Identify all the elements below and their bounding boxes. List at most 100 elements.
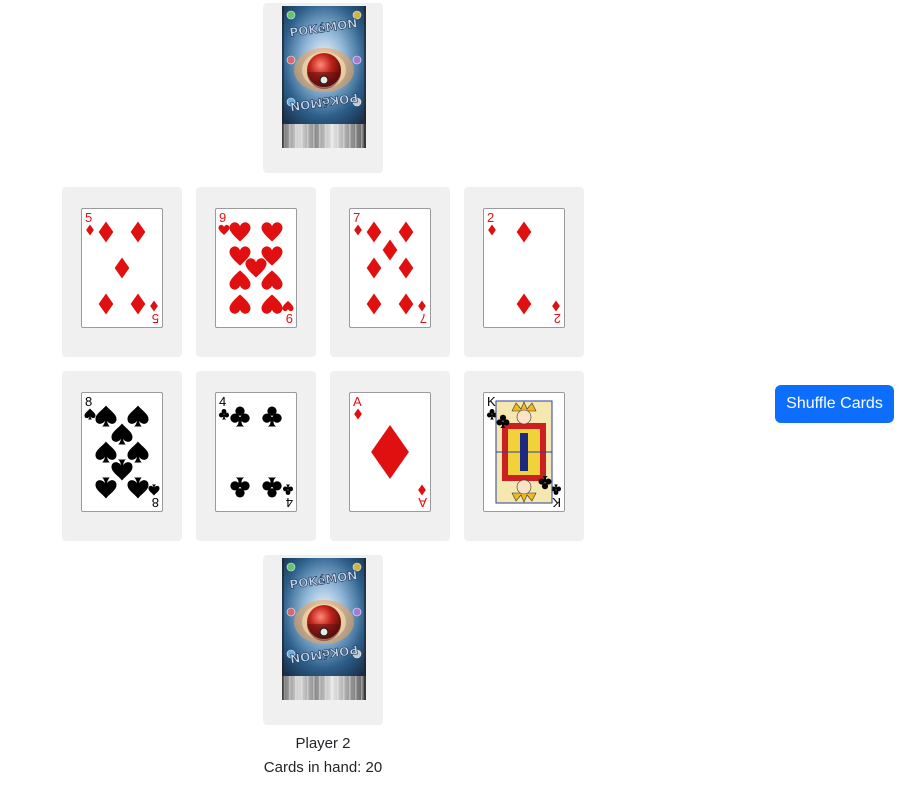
table-slot: 44: [196, 371, 316, 541]
club-pip: [262, 406, 282, 427]
diamond-card-face: 55: [85, 210, 159, 326]
diamond-pip: [354, 408, 362, 420]
spade-pip: [95, 477, 117, 499]
card-rank: 9: [286, 311, 293, 326]
diamond-card-face: 22: [487, 210, 561, 326]
club-pip: [230, 477, 250, 498]
diamond-pip: [516, 221, 532, 243]
table-slot: 22: [464, 187, 584, 357]
diamond-pip: [418, 300, 426, 312]
playing-card-9-hearts[interactable]: 99: [215, 208, 297, 328]
card-rank: 9: [219, 210, 226, 225]
diamond-pip: [150, 300, 158, 312]
playing-card-2-diamonds[interactable]: 22: [483, 208, 565, 328]
playing-card-K-clubs[interactable]: KK: [483, 392, 565, 512]
diamond-pip: [98, 293, 114, 315]
spade-pip: [148, 484, 160, 496]
card-rank: K: [552, 495, 561, 510]
diamond-pip: [488, 224, 496, 236]
diamond-pip: [98, 221, 114, 243]
spade-pip: [111, 459, 133, 481]
diamond-pip: [516, 293, 532, 315]
card-rank: 4: [219, 394, 226, 409]
card-rank: A: [353, 394, 362, 409]
card-index: 4: [282, 484, 294, 510]
card-rank: 8: [85, 394, 92, 409]
club-pip: [218, 409, 230, 420]
card-rank: 5: [85, 210, 92, 225]
diamond-pip: [398, 293, 414, 315]
card-index: 7: [353, 210, 362, 236]
playing-card-7-diamonds[interactable]: 77: [349, 208, 431, 328]
heart-pip: [261, 222, 283, 242]
spade-pip: [95, 441, 117, 463]
card-index: 8: [148, 484, 160, 510]
card-index: A: [353, 394, 362, 420]
card-index: 8: [84, 394, 96, 420]
diamond-card-face: 77: [353, 210, 427, 326]
card-rank: 4: [286, 495, 293, 510]
table-slot: 55: [62, 187, 182, 357]
playing-card-A-diamonds[interactable]: AA: [349, 392, 431, 512]
table-slot: 88: [62, 371, 182, 541]
card-index: 9: [218, 210, 230, 235]
card-rank: 5: [152, 311, 159, 326]
card-index: 2: [487, 210, 496, 236]
heart-pip: [261, 294, 283, 314]
player-deck-slot: POKéMON POKéMON: [263, 555, 383, 725]
spade-pip: [84, 408, 96, 420]
club-pip: [262, 477, 282, 498]
opponent-card-back[interactable]: POKéMON POKéMON: [282, 6, 366, 148]
table-slot: 77: [330, 187, 450, 357]
diamond-pip: [130, 221, 146, 243]
player-card-back[interactable]: POKéMON POKéMON: [282, 558, 366, 700]
card-rank: 2: [487, 210, 494, 225]
opponent-deck-slot: POKéMON POKéMON: [263, 3, 383, 173]
diamond-pip: [371, 425, 409, 479]
heart-pip: [282, 301, 294, 312]
card-rank: 2: [554, 311, 561, 326]
table-slot: 99: [196, 187, 316, 357]
table-slot: KK: [464, 371, 584, 541]
playing-card-8-spades[interactable]: 88: [81, 392, 163, 512]
diamond-pip: [86, 224, 94, 236]
spade-pip: [127, 477, 149, 499]
spade-pip: [127, 441, 149, 463]
heart-pip: [261, 270, 283, 290]
heart-pip: [229, 222, 251, 242]
player-name: Player 2: [295, 735, 351, 752]
spade-card-face: 88: [84, 394, 160, 510]
diamond-pip: [382, 239, 398, 261]
playing-card-5-diamonds[interactable]: 55: [81, 208, 163, 328]
playing-card-4-clubs[interactable]: 44: [215, 392, 297, 512]
diamond-pip: [398, 257, 414, 279]
club-card-face: KK: [486, 394, 562, 510]
spade-pip: [111, 423, 133, 445]
card-index: 5: [150, 300, 159, 326]
card-index: 2: [552, 300, 561, 326]
club-card-face: 44: [218, 394, 294, 510]
diamond-card-face: AA: [353, 394, 427, 510]
diamond-pip: [552, 300, 560, 312]
heart-pip: [218, 224, 230, 235]
diamond-pip: [130, 293, 146, 315]
diamond-pip: [418, 484, 426, 496]
diamond-pip: [366, 293, 382, 315]
diamond-pip: [398, 221, 414, 243]
table-slot: AA: [330, 371, 450, 541]
card-index: 4: [218, 394, 230, 420]
heart-pip: [229, 294, 251, 314]
diamond-pip: [354, 224, 362, 236]
heart-pip: [245, 258, 267, 278]
pokemon-card-back-art: POKéMONPOKéMON: [282, 558, 366, 700]
spade-pip: [127, 405, 149, 427]
card-rank: A: [418, 495, 427, 510]
card-rank: 8: [152, 495, 159, 510]
diamond-pip: [114, 257, 130, 279]
card-index: 7: [418, 300, 427, 326]
card-rank: 7: [420, 311, 427, 326]
club-pip: [230, 406, 250, 427]
shuffle-cards-button[interactable]: Shuffle Cards: [775, 385, 894, 423]
cards-in-hand-count: Cards in hand: 20: [263, 759, 383, 776]
card-index: 5: [85, 210, 94, 236]
